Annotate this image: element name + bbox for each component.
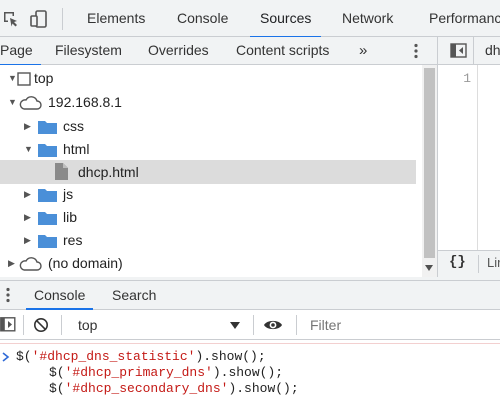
status-divider: [478, 255, 479, 273]
tab-overrides[interactable]: Overrides: [148, 37, 209, 65]
tree-label-lib: lib: [63, 209, 78, 225]
tab-console[interactable]: Console: [177, 0, 228, 37]
editor-tabbar: dhc: [438, 37, 500, 65]
previous-message-edge: [0, 340, 500, 344]
tree-scrollbar-thumb[interactable]: [424, 68, 435, 258]
tree-folder-lib[interactable]: ▶ lib: [0, 206, 416, 229]
cloud-icon: [19, 96, 42, 110]
collapsed-triangle-icon: ▶: [24, 212, 31, 222]
code-string: '#dhcp_dns_statistic': [31, 349, 196, 364]
collapsed-triangle-icon: ▶: [24, 235, 31, 245]
chevron-down-icon: [230, 322, 240, 329]
cloud-icon: [19, 257, 42, 271]
code-string: '#dhcp_primary_dns': [64, 365, 213, 380]
frame-icon: [17, 72, 31, 86]
tab-filesystem[interactable]: Filesystem: [55, 37, 122, 65]
tree-folder-css[interactable]: ▶ css: [0, 115, 416, 138]
code-fragment: $(: [16, 349, 32, 364]
context-selector[interactable]: top: [70, 314, 246, 336]
collapsed-triangle-icon: ▶: [24, 121, 31, 131]
toolbar-divider: [296, 315, 297, 335]
tree-folder-res[interactable]: ▶ res: [0, 229, 416, 252]
tab-performance[interactable]: Performance: [429, 0, 500, 37]
folder-icon: [38, 235, 57, 248]
editor-tab-file[interactable]: dhc: [485, 37, 500, 64]
console-toolbar: top: [0, 310, 500, 340]
tree-label-html: html: [63, 141, 90, 157]
code-fragment: ).show();: [212, 365, 284, 380]
code-fragment: $(: [49, 365, 65, 380]
tab-page[interactable]: Page: [0, 37, 41, 66]
cursor-position: Lir: [487, 255, 500, 270]
toolbar-divider: [61, 315, 62, 335]
scroll-down-arrow-icon[interactable]: [424, 264, 434, 272]
prompt-chevron-icon: [2, 352, 10, 362]
tree-item-host[interactable]: ▼ 192.168.8.1: [0, 91, 416, 114]
toolbar-divider: [253, 315, 254, 335]
tab-elements[interactable]: Elements: [87, 0, 145, 37]
tree-label-file: dhcp.html: [78, 164, 139, 180]
toolbar-divider: [62, 8, 63, 30]
tree-label-js: js: [63, 186, 74, 202]
more-options-icon[interactable]: [413, 43, 419, 59]
console-output[interactable]: $('#dhcp_dns_statistic').show(); $('#dhc…: [0, 340, 500, 400]
toggle-navigator-icon[interactable]: [450, 43, 467, 58]
tree-item-top[interactable]: ▼ top: [0, 67, 416, 90]
tree-label-res: res: [63, 232, 83, 248]
folder-icon: [38, 121, 57, 134]
tree-folder-js[interactable]: ▶ js: [0, 183, 416, 206]
console-input-line: $('#dhcp_secondary_dns').show();: [49, 381, 299, 396]
folder-icon: [38, 212, 57, 225]
drawer-tab-console[interactable]: Console: [25, 281, 94, 310]
console-input-line: $('#dhcp_dns_statistic').show();: [16, 349, 266, 364]
code-fragment: $(: [49, 381, 65, 396]
drawer-tab-search[interactable]: Search: [112, 281, 156, 309]
editor-tab-divider: [473, 37, 474, 65]
code-area[interactable]: [478, 65, 500, 250]
eye-icon[interactable]: [263, 318, 283, 332]
editor-status-bar: {} Lir: [438, 250, 500, 277]
more-tabs-button[interactable]: »: [359, 37, 367, 65]
code-fragment: ).show();: [195, 349, 266, 364]
drawer-tabbar: Console Search: [0, 280, 500, 310]
navigator-tabbar: Page Filesystem Overrides Content script…: [0, 37, 437, 66]
file-icon: [55, 163, 68, 180]
code-fragment: ).show();: [228, 381, 299, 396]
tab-sources[interactable]: Sources: [249, 0, 322, 38]
tree-label-top: top: [34, 70, 54, 86]
file-tree: ▼ top ▼ 192.168.8.1 ▶ css ▼ html dhcp.ht…: [0, 65, 422, 277]
folder-icon: [38, 189, 57, 202]
code-string: '#dhcp_secondary_dns': [64, 381, 229, 396]
expanded-triangle-icon: ▼: [24, 144, 33, 154]
show-sidebar-icon[interactable]: [0, 317, 16, 332]
tree-label-css: css: [63, 118, 84, 134]
tree-label-host: 192.168.8.1: [48, 94, 122, 110]
toolbar-divider: [23, 315, 24, 335]
tree-file-selected[interactable]: dhcp.html: [0, 160, 416, 184]
filter-input[interactable]: [302, 314, 500, 336]
devtools-toolbar: Elements Console Sources Network Perform…: [0, 0, 500, 38]
console-input-line: $('#dhcp_primary_dns').show();: [49, 365, 283, 380]
tab-network[interactable]: Network: [342, 0, 393, 37]
tree-folder-html[interactable]: ▼ html: [0, 138, 416, 161]
pretty-print-icon[interactable]: {}: [449, 254, 466, 270]
folder-icon: [38, 144, 57, 157]
clear-console-icon[interactable]: [33, 317, 49, 333]
drawer-menu-icon[interactable]: [5, 287, 11, 303]
device-toolbar-icon[interactable]: [30, 9, 48, 29]
tree-label-no-domain: (no domain): [48, 255, 123, 271]
expanded-triangle-icon: ▼: [8, 73, 17, 83]
tab-content-scripts[interactable]: Content scripts: [236, 37, 329, 65]
expanded-triangle-icon: ▼: [8, 97, 17, 107]
line-number: 1: [463, 71, 471, 86]
collapsed-triangle-icon: ▶: [8, 258, 15, 268]
line-number-gutter: 1: [438, 65, 478, 250]
collapsed-triangle-icon: ▶: [24, 189, 31, 199]
context-selector-value: top: [78, 317, 98, 333]
inspect-element-icon[interactable]: [2, 10, 20, 28]
tree-item-no-domain[interactable]: ▶ (no domain): [0, 252, 416, 275]
